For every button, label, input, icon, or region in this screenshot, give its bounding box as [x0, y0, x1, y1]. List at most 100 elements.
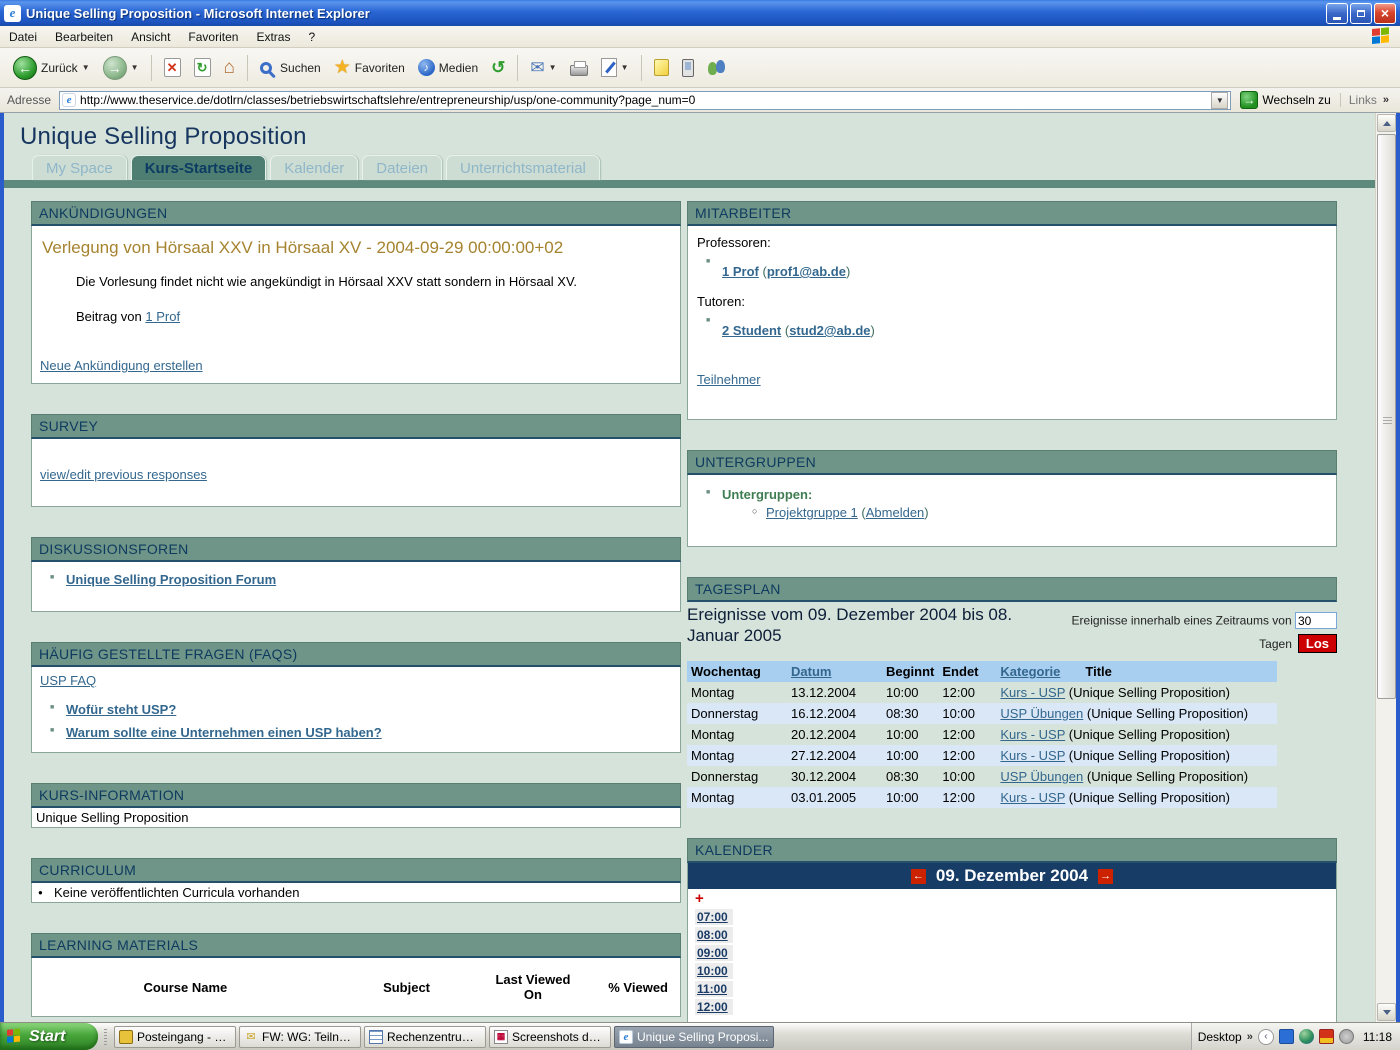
menu-datei[interactable]: Datei	[0, 27, 46, 47]
subgroup-link[interactable]: Projektgruppe 1	[766, 505, 858, 520]
cell-day: Montag	[687, 682, 787, 703]
participants-link[interactable]: Teilnehmer	[697, 372, 761, 387]
calendar-prev-day-button[interactable]: ←	[911, 869, 926, 884]
tab-kurs-startseite[interactable]: Kurs-Startseite	[131, 155, 267, 180]
professor-email-link[interactable]: prof1@ab.de	[767, 264, 846, 279]
calendar-next-day-button[interactable]: →	[1098, 869, 1113, 884]
cell-day: Montag	[687, 745, 787, 766]
calendar-time-link[interactable]: 07:00	[695, 909, 733, 925]
event-category-link[interactable]: USP Übungen	[1000, 769, 1083, 784]
tab-kalender[interactable]: Kalender	[270, 155, 358, 180]
search-button[interactable]: Suchen	[255, 58, 326, 78]
event-category-link[interactable]: USP Übungen	[1000, 706, 1083, 721]
media-button[interactable]: ♪ Medien	[413, 56, 483, 79]
menu-extras[interactable]: Extras	[247, 27, 299, 47]
scroll-up-button[interactable]	[1377, 114, 1396, 132]
desktop-toolbar-label[interactable]: Desktop	[1198, 1030, 1242, 1044]
start-button[interactable]: Start	[0, 1023, 98, 1050]
forward-dropdown-icon[interactable]: ▼	[131, 63, 139, 72]
subgroups-portlet: UNTERGRUPPEN Untergruppen: Projektgruppe…	[687, 450, 1337, 547]
tab-my-space[interactable]: My Space	[32, 155, 127, 180]
task-screenshots[interactable]: ▦ Screenshots dotLRN....	[489, 1026, 611, 1048]
calendar-time-link[interactable]: 11:00	[695, 981, 733, 997]
calendar-time-link[interactable]: 09:00	[695, 945, 733, 961]
edit-button[interactable]: ▼	[596, 55, 634, 80]
address-input[interactable]: e http://www.theservice.de/dotlrn/classe…	[59, 91, 1231, 110]
history-button[interactable]: ↺	[486, 55, 510, 81]
new-announcement-link[interactable]: Neue Ankündigung erstellen	[40, 358, 203, 373]
schedule-filter-suffix: Tagen	[1259, 637, 1292, 651]
discuss-button[interactable]	[649, 56, 674, 79]
task-mail-message[interactable]: ✉ FW: WG: Teilnahme v...	[239, 1026, 361, 1048]
forward-button[interactable]: → ▼	[98, 53, 144, 83]
menu-bearbeiten[interactable]: Bearbeiten	[46, 27, 122, 47]
minimize-button[interactable]	[1326, 3, 1348, 24]
cell-start: 10:00	[882, 682, 938, 703]
event-category-link[interactable]: Kurs - USP	[1000, 685, 1065, 700]
event-title: (Unique Selling Proposition)	[1069, 790, 1230, 805]
update-tray-icon[interactable]	[1339, 1029, 1354, 1044]
back-button[interactable]: ← Zurück ▼	[8, 53, 95, 83]
mobile-button[interactable]	[677, 56, 699, 80]
calendar-time-link[interactable]: 08:00	[695, 927, 733, 943]
stop-button[interactable]: ✕	[159, 55, 186, 80]
faq-question-link[interactable]: Warum sollte eine Unternehmen einen USP …	[66, 725, 382, 740]
subgroup-action-link[interactable]: Abmelden	[866, 505, 925, 520]
tutor-name-link[interactable]: 2 Student	[722, 323, 781, 338]
menu-help[interactable]: ?	[299, 27, 324, 47]
tab-dateien[interactable]: Dateien	[362, 155, 442, 180]
tutor-email-link[interactable]: stud2@ab.de	[789, 323, 870, 338]
address-dropdown-button[interactable]: ▼	[1211, 92, 1228, 109]
menu-ansicht[interactable]: Ansicht	[122, 27, 179, 47]
event-category-link[interactable]: Kurs - USP	[1000, 748, 1065, 763]
tab-divider	[4, 180, 1396, 188]
calendar-time-link[interactable]: 12:00	[695, 999, 733, 1015]
messenger-button[interactable]	[702, 56, 732, 80]
restore-button[interactable]	[1350, 3, 1372, 24]
menu-favoriten[interactable]: Favoriten	[179, 27, 247, 47]
vertical-scrollbar[interactable]	[1375, 113, 1396, 1022]
display-tray-icon[interactable]	[1319, 1029, 1334, 1044]
schedule-row: Donnerstag 16.12.2004 08:30 10:00 USP Üb…	[687, 703, 1277, 724]
toolbar-separator	[247, 55, 248, 81]
calendar-time-link[interactable]: 10:00	[695, 963, 733, 979]
scroll-down-button[interactable]	[1377, 1003, 1396, 1021]
refresh-button[interactable]: ↻	[189, 55, 216, 80]
task-ie-active[interactable]: e Unique Selling Proposi...	[614, 1026, 774, 1048]
favorites-button[interactable]: ★ Favoriten	[329, 56, 410, 80]
schedule-days-input[interactable]	[1295, 612, 1337, 629]
forum-link[interactable]: Unique Selling Proposition Forum	[66, 572, 276, 587]
task-outlook-inbox[interactable]: Posteingang - Micros...	[114, 1026, 236, 1048]
globe-tray-icon[interactable]	[1299, 1029, 1314, 1044]
links-toolbar[interactable]: Links »	[1340, 93, 1397, 107]
event-category-link[interactable]: Kurs - USP	[1000, 727, 1065, 742]
mail-dropdown-icon[interactable]: ▼	[549, 63, 557, 72]
network-tray-icon[interactable]	[1279, 1029, 1294, 1044]
address-url: http://www.theservice.de/dotlrn/classes/…	[80, 93, 695, 107]
go-button[interactable]: → Wechseln zu	[1235, 91, 1335, 109]
tray-chevron-icon[interactable]: »	[1247, 1031, 1253, 1043]
scrollbar-thumb[interactable]	[1377, 134, 1396, 699]
home-button[interactable]: ⌂	[219, 56, 240, 80]
close-button[interactable]: ×	[1374, 3, 1396, 24]
byline-author-link[interactable]: 1 Prof	[145, 309, 180, 324]
survey-responses-link[interactable]: view/edit previous responses	[40, 467, 207, 482]
schedule-row: Montag 13.12.2004 10:00 12:00 Kurs - USP…	[687, 682, 1277, 703]
col-datum-sort-link[interactable]: Datum	[791, 664, 831, 679]
col-kategorie-sort-link[interactable]: Kategorie	[1000, 664, 1060, 679]
back-dropdown-icon[interactable]: ▼	[82, 63, 90, 72]
hide-icons-button[interactable]: ‹	[1258, 1029, 1274, 1045]
scroll-up-icon	[1383, 121, 1391, 126]
print-button[interactable]	[565, 57, 593, 79]
calendar-add-event-icon[interactable]: +	[688, 889, 1336, 905]
faq-question-link[interactable]: Wofür steht USP?	[66, 702, 176, 717]
edit-dropdown-icon[interactable]: ▼	[621, 63, 629, 72]
event-category-link[interactable]: Kurs - USP	[1000, 790, 1065, 805]
tab-unterrichtsmaterial[interactable]: Unterrichtsmaterial	[446, 155, 600, 180]
professor-name-link[interactable]: 1 Prof	[722, 264, 759, 279]
mail-button[interactable]: ✉ ▼	[525, 55, 561, 81]
task-rechenzentrum[interactable]: Rechenzentrum Uni K...	[364, 1026, 486, 1048]
quick-launch-handle[interactable]	[98, 1023, 112, 1050]
faq-group-link[interactable]: USP FAQ	[40, 673, 96, 688]
schedule-go-button[interactable]: Los	[1298, 634, 1337, 653]
